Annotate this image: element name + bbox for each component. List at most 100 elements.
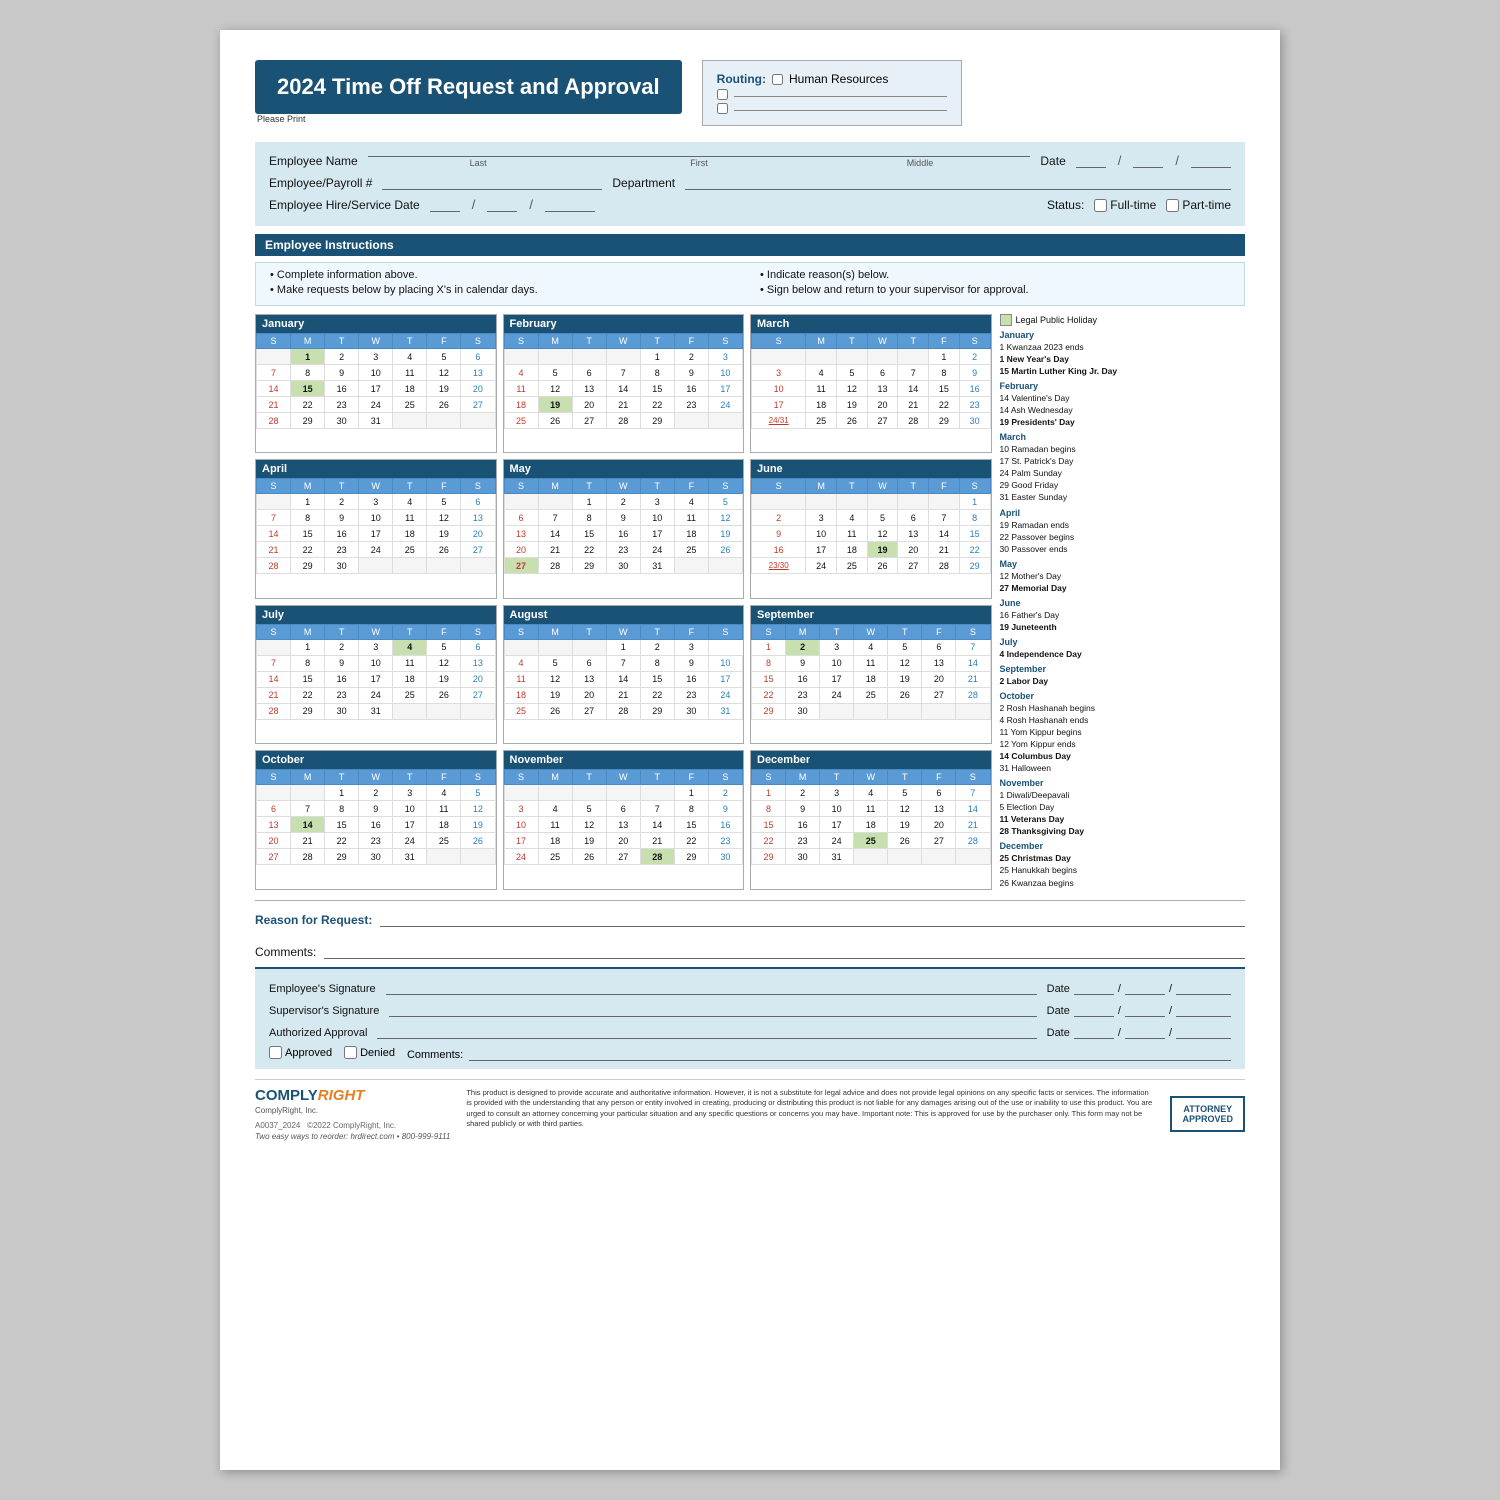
cal-cell[interactable]: 11 (854, 801, 888, 817)
cal-cell[interactable]: 15 (325, 817, 359, 833)
cal-cell[interactable]: 15 (291, 381, 325, 397)
cal-cell[interactable]: 4 (504, 655, 538, 671)
cal-cell[interactable]: 20 (572, 687, 606, 703)
cal-cell[interactable]: 16 (674, 381, 708, 397)
cal-cell[interactable]: 21 (898, 397, 929, 413)
cal-cell[interactable]: 8 (291, 510, 325, 526)
cal-cell[interactable]: 1 (929, 349, 960, 365)
cal-cell[interactable]: 28 (606, 413, 640, 429)
cal-cell[interactable]: 4 (393, 639, 427, 655)
cal-cell[interactable]: 6 (461, 494, 495, 510)
cal-cell[interactable]: 27 (572, 413, 606, 429)
cal-cell[interactable]: 13 (572, 381, 606, 397)
cal-cell[interactable]: 8 (325, 801, 359, 817)
cal-cell[interactable]: 17 (820, 817, 854, 833)
cal-cell[interactable]: 15 (674, 817, 708, 833)
cal-cell[interactable]: 8 (959, 510, 990, 526)
cal-cell[interactable]: 10 (806, 526, 837, 542)
inline-comments-input[interactable] (469, 1045, 1231, 1061)
cal-cell[interactable]: 27 (461, 687, 495, 703)
cal-cell[interactable]: 18 (854, 671, 888, 687)
cal-cell[interactable]: 12 (427, 510, 461, 526)
cal-cell[interactable]: 5 (888, 639, 922, 655)
cal-cell[interactable]: 20 (257, 833, 291, 849)
cal-cell[interactable]: 22 (640, 687, 674, 703)
cal-cell[interactable]: 1 (572, 494, 606, 510)
cal-cell[interactable]: 16 (959, 381, 990, 397)
cal-cell[interactable]: 20 (461, 671, 495, 687)
cal-cell[interactable]: 2 (325, 639, 359, 655)
cal-cell[interactable]: 11 (538, 817, 572, 833)
cal-cell[interactable]: 18 (806, 397, 837, 413)
sup-date-d[interactable] (1125, 1001, 1165, 1017)
cal-cell[interactable]: 18 (854, 817, 888, 833)
cal-cell[interactable]: 25 (806, 413, 837, 429)
cal-cell[interactable]: 14 (257, 381, 291, 397)
cal-cell[interactable]: 22 (291, 687, 325, 703)
cal-cell[interactable]: 21 (956, 671, 990, 687)
cal-cell[interactable]: 16 (786, 817, 820, 833)
cal-cell[interactable]: 17 (806, 542, 837, 558)
cal-cell[interactable]: 12 (837, 381, 868, 397)
cal-cell[interactable]: 23 (606, 542, 640, 558)
cal-cell[interactable]: 22 (291, 397, 325, 413)
cal-cell[interactable]: 1 (752, 785, 786, 801)
cal-cell[interactable]: 15 (291, 526, 325, 542)
cal-cell[interactable]: 23 (786, 687, 820, 703)
cal-cell[interactable]: 2 (359, 785, 393, 801)
cal-cell[interactable]: 3 (359, 639, 393, 655)
cal-cell[interactable]: 25 (504, 413, 538, 429)
cal-cell[interactable]: 26 (427, 397, 461, 413)
cal-cell[interactable]: 5 (427, 349, 461, 365)
cal-cell[interactable]: 25 (427, 833, 461, 849)
cal-cell[interactable]: 9 (606, 510, 640, 526)
cal-cell[interactable]: 18 (837, 542, 868, 558)
cal-cell[interactable]: 30 (959, 413, 990, 429)
cal-cell[interactable]: 21 (956, 817, 990, 833)
last-name-input[interactable] (368, 156, 589, 157)
cal-cell[interactable]: 19 (837, 397, 868, 413)
cal-cell[interactable]: 21 (538, 542, 572, 558)
cal-cell[interactable]: 15 (291, 671, 325, 687)
cal-cell[interactable]: 27 (461, 397, 495, 413)
cal-cell[interactable]: 2 (640, 639, 674, 655)
cal-cell[interactable]: 22 (572, 542, 606, 558)
cal-cell[interactable]: 5 (888, 785, 922, 801)
cal-cell[interactable]: 9 (752, 526, 806, 542)
cal-cell[interactable]: 2 (752, 510, 806, 526)
cal-cell[interactable]: 12 (708, 510, 742, 526)
cal-cell[interactable]: 3 (359, 494, 393, 510)
auth-date-m[interactable] (1074, 1023, 1114, 1039)
cal-cell[interactable]: 27 (461, 542, 495, 558)
cal-cell[interactable]: 24 (359, 542, 393, 558)
cal-cell[interactable]: 8 (291, 365, 325, 381)
cal-cell[interactable]: 2 (708, 785, 742, 801)
cal-cell[interactable]: 31 (820, 849, 854, 865)
cal-cell[interactable]: 5 (572, 801, 606, 817)
cal-cell[interactable]: 13 (606, 817, 640, 833)
cal-cell[interactable]: 10 (820, 655, 854, 671)
cal-cell[interactable]: 20 (898, 542, 929, 558)
cal-cell[interactable]: 5 (708, 494, 742, 510)
cal-cell[interactable]: 26 (427, 687, 461, 703)
cal-cell[interactable]: 1 (291, 494, 325, 510)
cal-cell[interactable]: 12 (461, 801, 495, 817)
cal-cell[interactable]: 31 (640, 558, 674, 574)
cal-cell[interactable]: 27 (572, 703, 606, 719)
cal-cell[interactable]: 14 (606, 671, 640, 687)
hire-day-input[interactable] (487, 196, 517, 212)
fulltime-checkbox[interactable] (1094, 199, 1107, 212)
cal-cell[interactable]: 24 (806, 558, 837, 574)
cal-cell[interactable]: 4 (854, 785, 888, 801)
cal-cell[interactable]: 1 (291, 639, 325, 655)
date-year-input[interactable] (1191, 152, 1231, 168)
cal-cell[interactable]: 19 (427, 671, 461, 687)
cal-cell[interactable]: 16 (752, 542, 806, 558)
cal-cell[interactable]: 13 (504, 526, 538, 542)
cal-cell[interactable]: 9 (674, 655, 708, 671)
parttime-checkbox[interactable] (1166, 199, 1179, 212)
cal-cell[interactable]: 12 (427, 365, 461, 381)
cal-cell[interactable]: 25 (854, 833, 888, 849)
cal-cell[interactable]: 7 (257, 655, 291, 671)
cal-cell[interactable]: 5 (837, 365, 868, 381)
